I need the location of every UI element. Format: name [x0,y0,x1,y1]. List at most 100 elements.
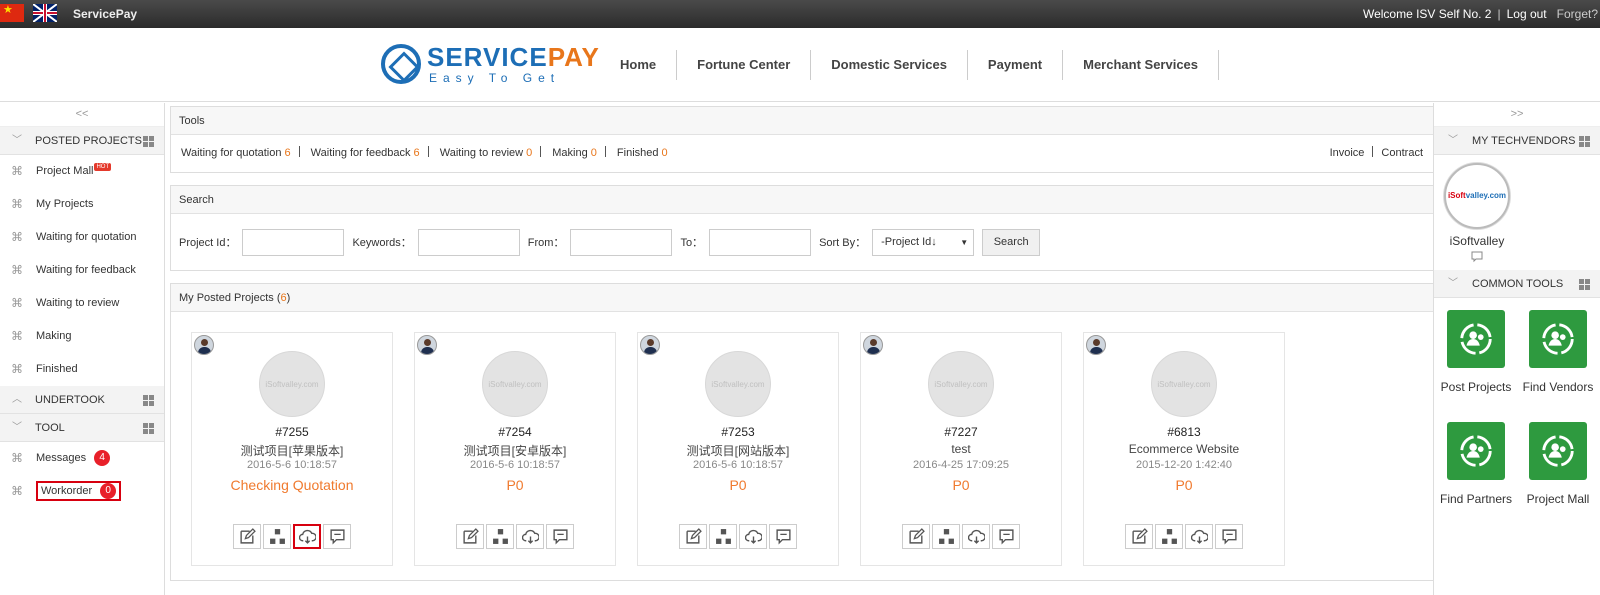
forget-link[interactable]: Forget? [1557,7,1598,21]
cloud-download-button[interactable] [962,524,990,549]
edit-button[interactable] [679,524,707,549]
edit-button[interactable] [456,524,484,549]
grid-icon [1579,136,1590,147]
project-name[interactable]: 测试项目[安卓版本] [415,442,615,459]
grid-icon [143,395,154,406]
tool-find-vendors[interactable]: Find Vendors [1516,310,1600,394]
project-card[interactable]: iSoftvalley.com #7255 测试项目[苹果版本] 2016-5-… [191,332,393,566]
project-cards: iSoftvalley.com #7255 测试项目[苹果版本] 2016-5-… [171,312,1433,580]
comment-button[interactable] [323,524,351,549]
posted-projects-header[interactable]: ﹀ POSTED PROJECTS [0,127,164,155]
project-id: #7254 [498,425,532,439]
sidebar-item-messages[interactable]: ⌘ Messages 4 [0,442,164,475]
sidebar-item-waiting-feedback[interactable]: ⌘ Waiting for feedback [0,254,164,287]
project-name[interactable]: Ecommerce Website [1084,442,1284,456]
cloud-download-button[interactable] [1185,524,1213,549]
edit-icon [908,528,925,544]
vendor-name[interactable]: iSoftvalley [1434,234,1520,248]
project-card[interactable]: iSoftvalley.com #7253 测试项目[网站版本] 2016-5-… [637,332,839,566]
nav-merchant-services[interactable]: Merchant Services [1063,50,1220,80]
china-flag-icon[interactable]: ★ [0,4,24,22]
vendor-item[interactable]: iSoftvalley.com iSoftvalley [1434,155,1600,270]
uk-flag-icon[interactable] [33,4,57,22]
status-waiting-feedback[interactable]: Waiting for feedback 6 [311,147,420,159]
to-date-input[interactable] [709,228,812,256]
comment-button[interactable] [769,524,797,549]
project-card[interactable]: iSoftvalley.com #6813 Ecommerce Website … [1083,332,1285,566]
project-id: #6813 [1167,425,1201,439]
sidebar-item-waiting-quotation[interactable]: ⌘ Waiting for quotation [0,221,164,254]
sidebar-item-my-projects[interactable]: ⌘ My Projects [0,188,164,221]
sidebar-item-waiting-review[interactable]: ⌘ Waiting to review [0,287,164,320]
status-waiting-review[interactable]: Waiting to review 0 [440,147,532,159]
edit-button[interactable] [1125,524,1153,549]
to-label: To： [680,237,704,249]
nav-payment[interactable]: Payment [968,50,1064,80]
structure-button[interactable] [932,524,960,549]
grid-icon [143,136,154,147]
nav-fortune-center[interactable]: Fortune Center [677,50,812,80]
cloud-download-button[interactable] [293,524,321,549]
project-name[interactable]: 测试项目[苹果版本] [192,442,392,459]
logout-link[interactable]: Log out [1507,7,1547,21]
sort-by-select[interactable]: -Project Id↓ [872,228,975,256]
top-bar: ★ ServicePay Welcome ISV Self No. 2 | Log … [0,0,1600,28]
undertook-projects-header[interactable]: ︿ UNDERTOOK PROJECTS [0,386,164,434]
edit-button[interactable] [902,524,930,549]
common-tools-header[interactable]: ﹀ COMMON TOOLS [1434,270,1600,298]
status-finished[interactable]: Finished 0 [617,147,668,159]
tool-find-partners[interactable]: Find Partners [1434,422,1518,506]
chat-icon[interactable] [1471,251,1483,263]
collapse-right-toggle[interactable]: >> [1434,103,1600,127]
sidebar-item-finished[interactable]: ⌘ Finished [0,353,164,386]
comment-button[interactable] [546,524,574,549]
structure-button[interactable] [709,524,737,549]
project-name[interactable]: test [861,442,1061,456]
cloud-download-button[interactable] [739,524,767,549]
project-card[interactable]: iSoftvalley.com #7254 测试项目[安卓版本] 2016-5-… [414,332,616,566]
servicepay-logo[interactable]: SERVICEPAY Easy To Get [381,42,599,86]
nav-domestic-services[interactable]: Domestic Services [811,50,968,80]
contract-link[interactable]: Contract [1381,147,1423,159]
comment-icon [775,529,791,545]
search-button[interactable]: Search [982,228,1041,256]
hierarchy-icon [715,529,731,544]
cloverleaf-icon: ⌘ [11,230,23,244]
people-cycle-icon [1542,435,1574,467]
sidebar-item-workorder[interactable]: ⌘ Workorder 0 [0,475,164,508]
project-card[interactable]: iSoftvalley.com #7227 test 2016-4-25 17:… [860,332,1062,566]
comment-button[interactable] [1215,524,1243,549]
people-cycle-icon [1542,323,1574,355]
cloud-download-icon [298,529,316,544]
cloud-download-button[interactable] [516,524,544,549]
project-name[interactable]: 测试项目[网站版本] [638,442,838,459]
grid-icon [143,423,154,434]
invoice-link[interactable]: Invoice [1330,147,1365,159]
tool-header[interactable]: ﹀ TOOL [0,414,164,442]
nav-home[interactable]: Home [600,50,678,80]
structure-button[interactable] [486,524,514,549]
project-actions [456,524,576,549]
tool-post-projects[interactable]: Post Projects [1434,310,1518,394]
structure-button[interactable] [1155,524,1183,549]
collapse-left-toggle[interactable]: << [0,103,164,127]
comment-icon [552,529,568,545]
tool-project-mall[interactable]: Project Mall [1516,422,1600,506]
sidebar-item-making[interactable]: ⌘ Making [0,320,164,353]
keywords-input[interactable] [417,228,520,256]
cloud-download-icon [1190,529,1208,544]
cloverleaf-icon: ⌘ [11,296,23,310]
vendor-logo[interactable]: iSoftvalley.com [1444,163,1510,229]
sidebar-item-project-mall[interactable]: ⌘ Project Mall HOT [0,155,164,188]
posted-projects-title: My Posted Projects (6) [171,284,1433,312]
structure-button[interactable] [263,524,291,549]
sort-by-label: Sort By： [819,237,867,249]
project-id-label: Project Id： [179,237,237,249]
my-techvendors-header[interactable]: ﹀ MY TECHVENDORS [1434,127,1600,155]
from-date-input[interactable] [570,228,673,256]
comment-button[interactable] [992,524,1020,549]
project-id-input[interactable] [242,228,345,256]
edit-button[interactable] [233,524,261,549]
status-waiting-quotation[interactable]: Waiting for quotation 6 [181,147,291,159]
status-making[interactable]: Making 0 [552,147,597,159]
